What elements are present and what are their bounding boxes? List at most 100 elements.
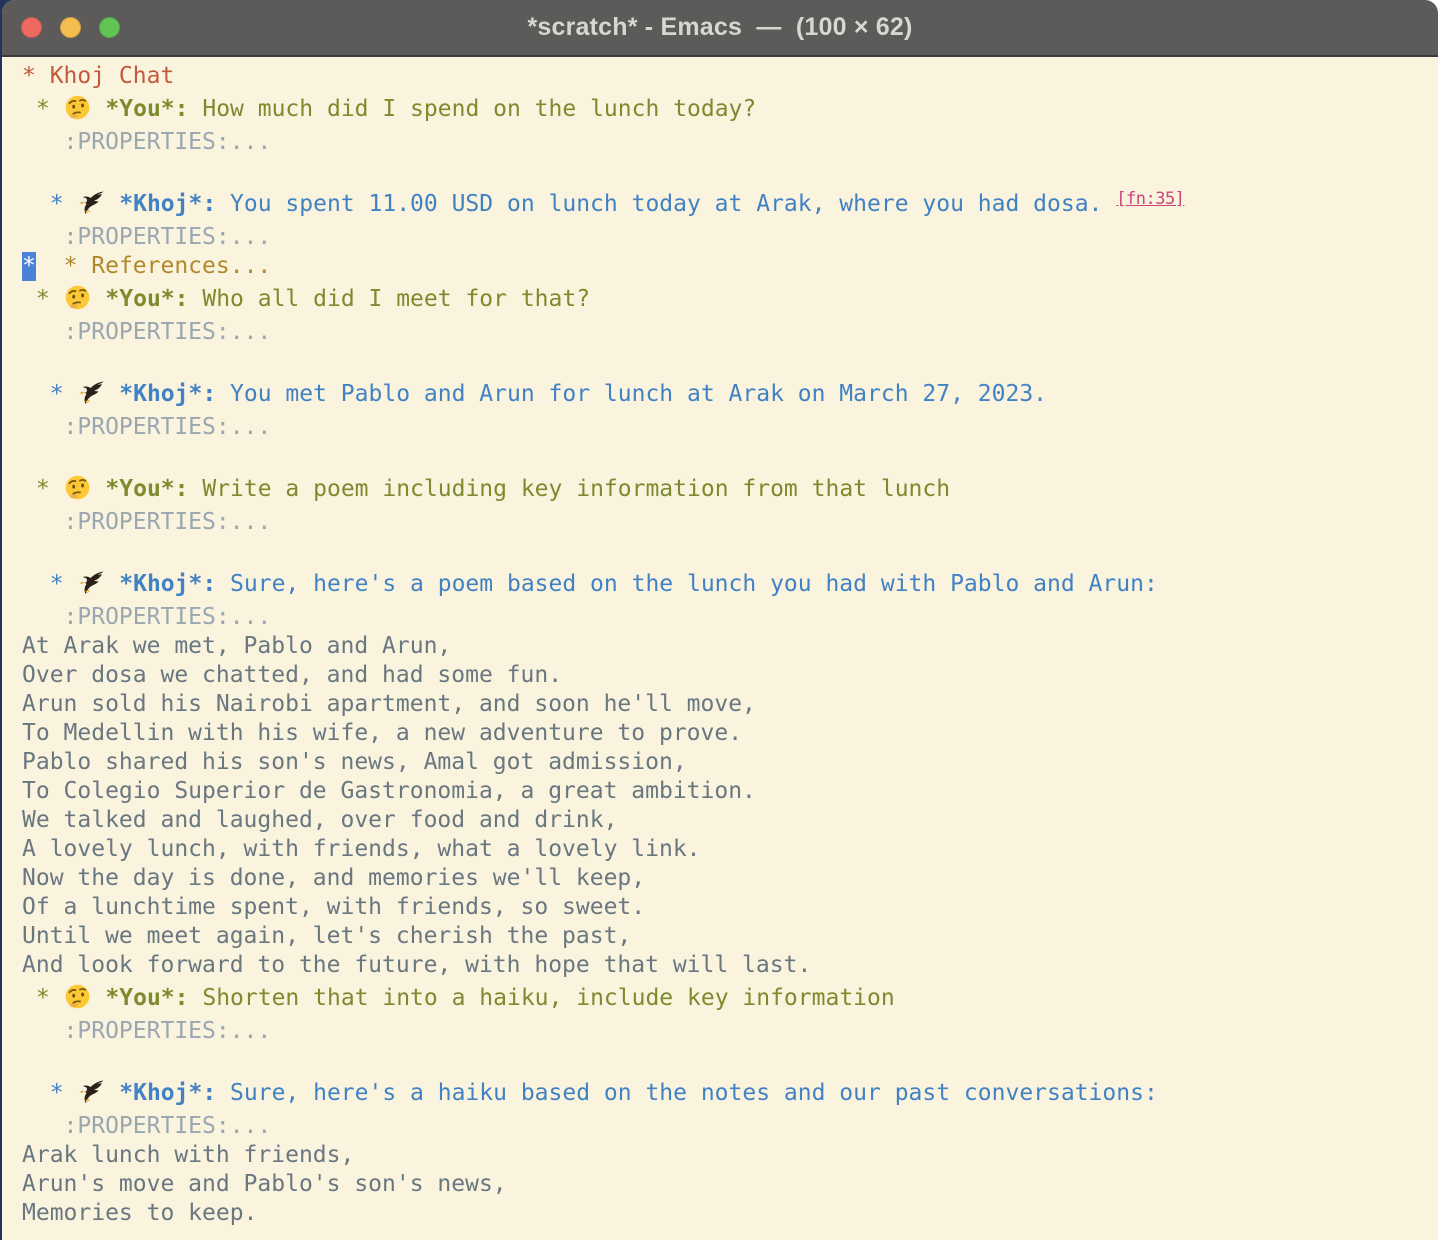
khoj-label: *Khoj*: bbox=[119, 191, 216, 217]
you-label: *You*: bbox=[105, 476, 188, 502]
references-folded-heading[interactable]: * References... bbox=[64, 253, 272, 279]
poem-line: At Arak we met, Pablo and Arun, bbox=[22, 632, 1438, 661]
poem-line: And look forward to the future, with hop… bbox=[22, 951, 1438, 980]
blank-line bbox=[22, 157, 1438, 186]
you-label: *You*: bbox=[105, 286, 188, 312]
haiku-text: Arak lunch with friends, bbox=[22, 1142, 354, 1168]
spacer bbox=[105, 1080, 119, 1106]
spacer bbox=[92, 476, 106, 502]
properties-folded[interactable]: :PROPERTIES:... bbox=[22, 604, 271, 630]
you-message-text: Who all did I meet for that? bbox=[189, 286, 591, 312]
poem-text: Until we meet again, let's cherish the p… bbox=[22, 923, 631, 949]
blank-line bbox=[22, 347, 1438, 376]
poem-line: Arun sold his Nairobi apartment, and soo… bbox=[22, 690, 1438, 719]
haiku-line: Arak lunch with friends, bbox=[22, 1141, 1438, 1170]
eagle-icon bbox=[77, 1075, 105, 1112]
haiku-text: Memories to keep. bbox=[22, 1200, 257, 1226]
you-message-heading: * *You*: Who all did I meet for that? bbox=[22, 281, 1438, 318]
properties-drawer: :PROPERTIES:... bbox=[22, 1017, 1438, 1046]
poem-text: And look forward to the future, with hop… bbox=[22, 952, 811, 978]
properties-drawer: :PROPERTIES:... bbox=[22, 128, 1438, 157]
properties-folded[interactable]: :PROPERTIES:... bbox=[22, 129, 271, 155]
properties-drawer: :PROPERTIES:... bbox=[22, 413, 1438, 442]
khoj-message-heading: * *Khoj*: You spent 11.00 USD on lunch t… bbox=[22, 186, 1438, 223]
poem-line: A lovely lunch, with friends, what a lov… bbox=[22, 835, 1438, 864]
spacer bbox=[105, 571, 119, 597]
heading-star: * bbox=[22, 381, 77, 407]
properties-drawer: :PROPERTIES:... bbox=[22, 223, 1438, 252]
cursor-block: * bbox=[22, 252, 36, 281]
references-heading-line: * * References... bbox=[22, 252, 1438, 281]
khoj-label: *Khoj*: bbox=[119, 1080, 216, 1106]
properties-folded[interactable]: :PROPERTIES:... bbox=[22, 319, 271, 345]
minimize-button[interactable] bbox=[60, 17, 81, 38]
spacer bbox=[105, 381, 119, 407]
properties-drawer: :PROPERTIES:... bbox=[22, 508, 1438, 537]
spacer bbox=[92, 286, 106, 312]
eagle-icon bbox=[77, 186, 105, 223]
poem-text: Now the day is done, and memories we'll … bbox=[22, 865, 645, 891]
poem-line: To Medellin with his wife, a new adventu… bbox=[22, 719, 1438, 748]
properties-drawer: :PROPERTIES:... bbox=[22, 318, 1438, 347]
spacer bbox=[92, 96, 106, 122]
you-message-text: Write a poem including key information f… bbox=[189, 476, 951, 502]
you-label: *You*: bbox=[105, 96, 188, 122]
you-message-heading: * *You*: How much did I spend on the lun… bbox=[22, 91, 1438, 128]
window-title: *scratch* - Emacs — (100 × 62) bbox=[527, 13, 912, 42]
poem-line: To Colegio Superior de Gastronomia, a gr… bbox=[22, 777, 1438, 806]
you-message-heading: * *You*: Shorten that into a haiku, incl… bbox=[22, 980, 1438, 1017]
properties-folded[interactable]: :PROPERTIES:... bbox=[22, 1018, 271, 1044]
zoom-button[interactable] bbox=[99, 17, 120, 38]
titlebar[interactable]: *scratch* - Emacs — (100 × 62) bbox=[2, 0, 1438, 57]
khoj-message-heading: * *Khoj*: Sure, here's a poem based on t… bbox=[22, 566, 1438, 603]
poem-line: Now the day is done, and memories we'll … bbox=[22, 864, 1438, 893]
you-label: *You*: bbox=[105, 985, 188, 1011]
khoj-chat-title: * Khoj Chat bbox=[22, 63, 174, 89]
footnote-link[interactable]: [fn:35] bbox=[1116, 189, 1184, 209]
poem-text: At Arak we met, Pablo and Arun, bbox=[22, 633, 451, 659]
properties-folded[interactable]: :PROPERTIES:... bbox=[22, 1113, 271, 1139]
close-button[interactable] bbox=[21, 17, 42, 38]
heading-star: * bbox=[22, 286, 64, 312]
poem-line: Pablo shared his son's news, Amal got ad… bbox=[22, 748, 1438, 777]
spacer bbox=[36, 253, 64, 279]
traffic-lights bbox=[21, 0, 120, 55]
blank-line bbox=[22, 537, 1438, 566]
poem-text: To Colegio Superior de Gastronomia, a gr… bbox=[22, 778, 756, 804]
heading-star: * bbox=[22, 571, 77, 597]
poem-text: Of a lunchtime spent, with friends, so s… bbox=[22, 894, 645, 920]
eagle-icon bbox=[77, 566, 105, 603]
poem-line: Until we meet again, let's cherish the p… bbox=[22, 922, 1438, 951]
khoj-label: *Khoj*: bbox=[119, 381, 216, 407]
you-message-text: How much did I spend on the lunch today? bbox=[189, 96, 757, 122]
blank-line bbox=[22, 1046, 1438, 1075]
emacs-window: *scratch* - Emacs — (100 × 62) * Khoj Ch… bbox=[2, 0, 1438, 1240]
blank-line bbox=[22, 442, 1438, 471]
khoj-message-text: Sure, here's a poem based on the lunch y… bbox=[216, 571, 1158, 597]
heading-star: * bbox=[22, 96, 64, 122]
poem-text: Arun sold his Nairobi apartment, and soo… bbox=[22, 691, 756, 717]
properties-folded[interactable]: :PROPERTIES:... bbox=[22, 414, 271, 440]
poem-text: A lovely lunch, with friends, what a lov… bbox=[22, 836, 701, 862]
properties-folded[interactable]: :PROPERTIES:... bbox=[22, 509, 271, 535]
khoj-message-text: You met Pablo and Arun for lunch at Arak… bbox=[216, 381, 1047, 407]
haiku-text: Arun's move and Pablo's son's news, bbox=[22, 1171, 507, 1197]
poem-text: To Medellin with his wife, a new adventu… bbox=[22, 720, 742, 746]
spacer bbox=[92, 985, 106, 1011]
buffer[interactable]: * Khoj Chat * *You*: How much did I spen… bbox=[2, 57, 1438, 1238]
properties-folded[interactable]: :PROPERTIES:... bbox=[22, 224, 271, 250]
poem-line: Of a lunchtime spent, with friends, so s… bbox=[22, 893, 1438, 922]
khoj-label: *Khoj*: bbox=[119, 571, 216, 597]
khoj-message-text: Sure, here's a haiku based on the notes … bbox=[216, 1080, 1158, 1106]
properties-drawer: :PROPERTIES:... bbox=[22, 1112, 1438, 1141]
you-message-text: Shorten that into a haiku, include key i… bbox=[189, 985, 895, 1011]
poem-line: We talked and laughed, over food and dri… bbox=[22, 806, 1438, 835]
poem-text: Over dosa we chatted, and had some fun. bbox=[22, 662, 562, 688]
poem-line: Over dosa we chatted, and had some fun. bbox=[22, 661, 1438, 690]
spacer bbox=[105, 191, 119, 217]
heading-star: * bbox=[22, 191, 77, 217]
heading-star: * bbox=[22, 985, 64, 1011]
thinking-face-icon bbox=[64, 281, 92, 318]
heading-star: * bbox=[22, 476, 64, 502]
haiku-line: Arun's move and Pablo's son's news, bbox=[22, 1170, 1438, 1199]
